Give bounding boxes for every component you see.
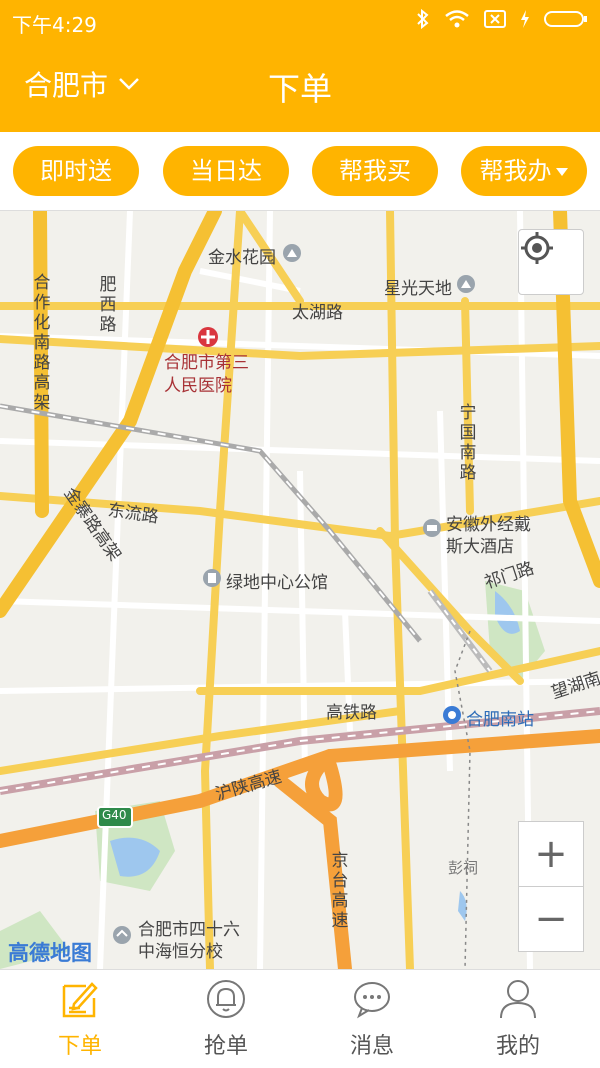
poi-garden-icon [283,244,301,262]
do-for-me-button[interactable]: 帮我办 [461,146,587,196]
bottom-tab-bar: 下单 抢单 消息 我的 [0,969,600,1068]
map-view[interactable]: 金水花园 星光天地 肥西路 合作化南路高架 太湖路 合肥市第三 人民医院 宁国南… [0,211,600,969]
instant-delivery-label: 即时送 [40,157,112,185]
status-bar: 下午4:29 [0,0,600,42]
poi-mall-icon [457,275,475,293]
buy-for-me-label: 帮我买 [339,157,411,185]
bluetooth-icon [417,8,429,30]
map-label-hezuohua-elevated: 合作化南路高架 [33,273,51,413]
map-label-gaotie-road: 高铁路 [326,703,377,723]
map-provider-logo: 高德地图 [8,941,92,965]
map-label-lvdi: 绿地中心公馆 [226,573,328,593]
poi-hotel-icon [423,519,441,537]
map-label-school-line2: 中海恒分校 [138,942,223,962]
tab-profile[interactable]: 我的 [443,970,593,1068]
locate-me-button[interactable] [518,229,584,295]
map-label-taihu-road: 太湖路 [292,303,343,323]
map-label-xingguang: 星光天地 [384,279,452,299]
map-label-g40: G40 [102,808,127,822]
service-bar: 即时送 当日达 帮我买 帮我办 [0,132,600,211]
chevron-down-icon [119,78,139,90]
map-label-hefei-south-station: 合肥南站 [466,710,534,730]
poi-school-icon [113,926,131,944]
sim-disabled-icon [484,10,506,28]
map-label-hotel-line2: 斯大酒店 [446,537,514,557]
instant-delivery-button[interactable]: 即时送 [13,146,139,196]
message-icon [354,982,390,1019]
tab-grab-order[interactable]: 抢单 [151,970,301,1068]
user-icon [500,980,536,1019]
tab-order-label: 下单 [57,1034,102,1059]
map-label-hospital-line1: 合肥市第三 [164,353,249,373]
status-time: 下午4:29 [12,13,97,37]
caret-down-icon [555,168,568,176]
map-label-ningguo-road: 宁国南路 [459,403,477,483]
tab-order[interactable]: 下单 [5,970,155,1068]
map-label-pengci: 彭祠 [448,859,479,877]
same-day-button[interactable]: 当日达 [163,146,289,196]
station-marker-icon [443,706,461,724]
do-for-me-label: 帮我办 [479,157,552,185]
zoom-in-button[interactable]: + [518,821,584,887]
map-label-hospital-line2: 人民医院 [164,376,232,396]
zoom-out-label: − [534,896,568,942]
map-label-feixi-road: 肥西路 [99,275,117,335]
header: 合肥市 下单 [0,42,600,132]
tab-profile-label: 我的 [495,1034,540,1059]
map-label-jinshui: 金水花园 [208,248,276,268]
tab-messages[interactable]: 消息 [297,970,447,1068]
status-icons [416,8,588,30]
battery-icon [544,11,587,27]
same-day-label: 当日达 [190,157,262,185]
wifi-icon [445,10,469,28]
city-label: 合肥市 [24,69,109,102]
zoom-in-label: + [534,831,568,877]
city-selector[interactable]: 合肥市 [24,64,140,104]
tab-grab-order-label: 抢单 [203,1034,248,1059]
bell-icon [207,980,245,1018]
hospital-marker-icon [198,327,218,347]
tab-messages-label: 消息 [349,1034,394,1059]
zoom-out-button[interactable]: − [518,886,584,952]
buy-for-me-button[interactable]: 帮我买 [312,146,438,196]
map-label-jingtai-expressway: 京台高速 [331,851,349,931]
order-edit-icon [62,982,98,1018]
crosshair-icon [521,232,553,264]
charging-icon [521,10,529,28]
poi-residence-icon [203,569,221,587]
